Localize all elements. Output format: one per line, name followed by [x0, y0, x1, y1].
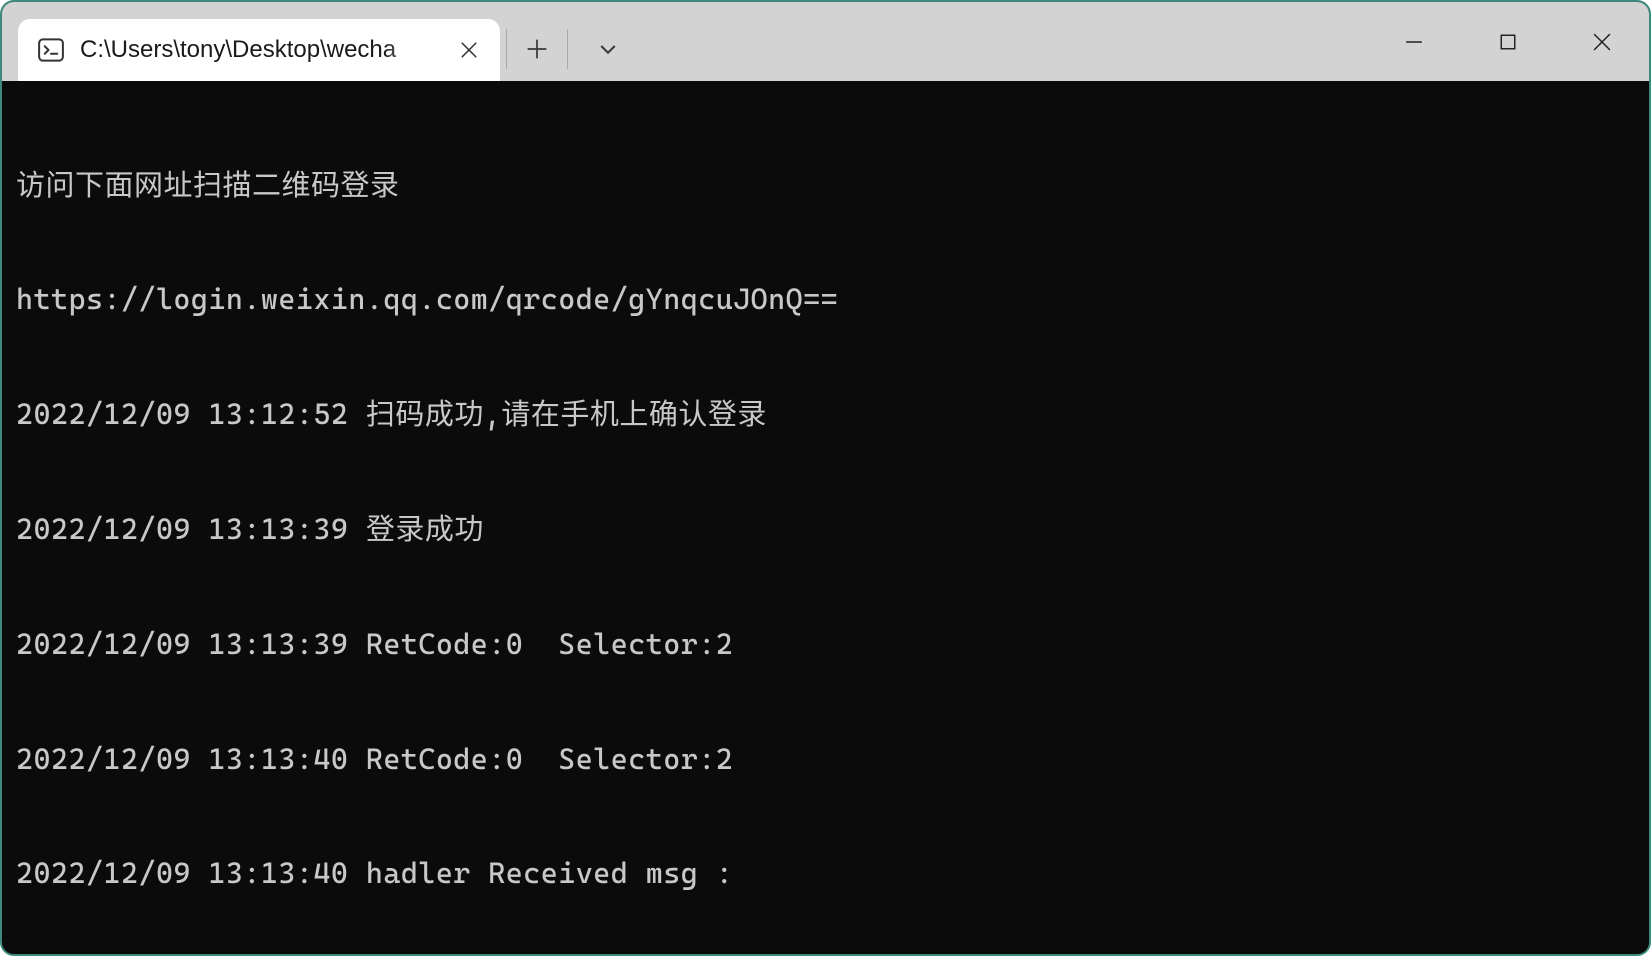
terminal-line: https://login.weixin.qq.com/qrcode/gYnqc…	[16, 280, 1635, 318]
terminal-line: 访问下面网址扫描二维码登录	[16, 166, 1635, 204]
close-button[interactable]	[1555, 11, 1649, 73]
terminal-line: 2022/12/09 13:13:39 登录成功	[16, 510, 1635, 548]
terminal-line: 2022/12/09 13:13:39 RetCode:0 Selector:2	[16, 625, 1635, 663]
terminal-line: 2022/12/09 13:12:52 扫码成功,请在手机上确认登录	[16, 395, 1635, 433]
tab-divider-2	[567, 29, 568, 69]
tab-active[interactable]: C:\Users\tony\Desktop\wecha	[18, 19, 500, 81]
tabs-area: C:\Users\tony\Desktop\wecha	[2, 2, 1367, 81]
terminal-icon	[36, 35, 66, 65]
terminal-line: 2022/12/09 13:13:40 hadler Received msg …	[16, 854, 1635, 892]
terminal-window: C:\Users\tony\Desktop\wecha	[0, 0, 1651, 956]
tab-close-button[interactable]	[452, 33, 486, 67]
tab-divider	[506, 29, 507, 69]
terminal-output[interactable]: 访问下面网址扫描二维码登录 https://login.weixin.qq.co…	[2, 81, 1649, 956]
minimize-button[interactable]	[1367, 11, 1461, 73]
tab-title: C:\Users\tony\Desktop\wecha	[80, 36, 438, 64]
terminal-line: 2022/12/09 13:13:40 RetCode:0 Selector:2	[16, 740, 1635, 778]
new-tab-button[interactable]	[513, 25, 561, 73]
tab-dropdown-button[interactable]	[584, 25, 632, 73]
titlebar: C:\Users\tony\Desktop\wecha	[2, 2, 1649, 81]
maximize-button[interactable]	[1461, 11, 1555, 73]
window-controls	[1367, 2, 1649, 81]
